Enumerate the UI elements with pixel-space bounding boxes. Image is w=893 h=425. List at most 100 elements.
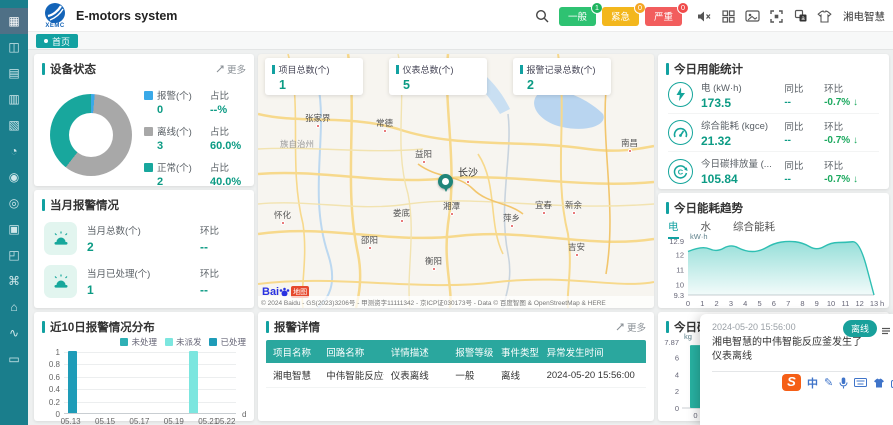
alarm-details-more-link[interactable]: 更多 [616, 320, 646, 334]
city-dot [422, 160, 426, 164]
notification-message: 湘电智慧的中伟智能反应釜发生了仪表离线 [712, 336, 870, 372]
alarm-home-icon: ⌂ [10, 300, 17, 314]
svg-text:10: 10 [827, 299, 835, 308]
today-energy-title: 今日用能统计 [674, 61, 743, 77]
month-row-label: 当月总数(个) [87, 223, 175, 237]
city-dot [400, 219, 404, 223]
city-dot [450, 212, 454, 216]
month-trend-label: 环比 [200, 223, 244, 237]
legend-color-swatch [144, 127, 153, 136]
ime-toolbar[interactable]: S 中 ✎ [782, 374, 893, 391]
sidebar-item-energy[interactable]: ◎ [0, 190, 28, 216]
username[interactable]: 湘电智慧 [843, 9, 885, 24]
dashboard-icon: ▦ [8, 14, 19, 28]
trend-down-icon: ↓ [853, 97, 858, 108]
alarm-level-badge-3[interactable]: 严重0 [645, 7, 682, 26]
month-alarm-header: 当月报警情况 [42, 198, 246, 212]
city-dot [466, 180, 470, 184]
x-tick-label: 05.15 [95, 417, 115, 425]
city-name: 湘潭 [443, 202, 460, 211]
energy-row-value: 105.84 [701, 172, 784, 186]
x-axis-unit: d [242, 410, 246, 419]
device-legend-row: 离线(个)占比360.0% [144, 124, 248, 152]
energy-trend-panel: 今日能耗趋势 电水综合能耗 kW·h 12.91211109.3 0123456… [658, 193, 889, 308]
sidebar-item-alarm-home[interactable]: ⌂ [0, 294, 28, 320]
city-dot [316, 124, 320, 128]
stat-card-2[interactable]: 仪表总数(个)5 [389, 58, 487, 95]
legend-label: 离线(个) [157, 124, 192, 138]
today-energy-panel: 今日用能统计 电 (kW·h)173.5同比--环比-0.7% ↓综合能耗 (k… [658, 54, 889, 189]
sidebar-item-enterprise[interactable]: ▤ [0, 60, 28, 86]
sidebar-item-calendar[interactable]: ▣ [0, 216, 28, 242]
ime-handwrite-icon[interactable]: ✎ [824, 376, 833, 389]
tab-home[interactable]: 首页 [36, 34, 78, 48]
mute-icon[interactable] [697, 9, 712, 24]
tab-strip: 首页 [28, 32, 893, 50]
sidebar-item-report[interactable]: ▧ [0, 112, 28, 138]
notification-menu-icon[interactable] [881, 323, 891, 341]
stat-card-1[interactable]: 项目总数(个)1 [265, 58, 363, 95]
stat-accent-bar [520, 65, 523, 74]
grid-line [64, 402, 236, 403]
sidebar-item-screen[interactable]: ◰ [0, 242, 28, 268]
sidebar-item-water[interactable]: ◔ [0, 138, 28, 164]
table-row[interactable]: 湘电智慧中伟智能反应釜仪表离线一般离线2024-05-20 15:56:00 [266, 363, 646, 388]
alarm-level-badges: 一般1 紧急0 严重0 [559, 7, 688, 26]
fullscreen-icon[interactable] [769, 9, 784, 24]
baidu-map[interactable]: 张家界常德益阳长沙南昌族自治州怀化娄底湘潭萍乡宜春新余邵阳衡阳吉安 项目总数(个… [258, 54, 654, 308]
stat-accent-bar [272, 65, 275, 74]
ime-chinese-mode-icon[interactable]: 中 [807, 375, 818, 391]
map-location-pin[interactable] [438, 174, 453, 189]
ime-skin-icon[interactable] [873, 378, 885, 388]
sidebar-item-toolbox[interactable]: ▭ [0, 346, 28, 372]
svg-text:12.9: 12.9 [669, 237, 684, 246]
sidebar-item-bar-chart[interactable]: ▥ [0, 86, 28, 112]
language-icon[interactable]: a [793, 9, 808, 24]
grid-line [64, 364, 236, 365]
notification-popup[interactable]: 2024-05-20 15:56:00 离线 湘电智慧的中伟智能反应釜发生了仪表… [700, 314, 893, 425]
theme-skin-icon[interactable] [817, 9, 832, 24]
search-icon[interactable] [535, 9, 550, 24]
svg-text:10: 10 [676, 281, 684, 290]
column-header: 报警等级 [448, 345, 494, 359]
legend-ratio-label: 占比 [210, 160, 248, 174]
screenshot-icon[interactable] [745, 9, 760, 24]
ime-mic-icon[interactable] [839, 377, 848, 389]
city-dot [383, 129, 387, 133]
carbon-icon: C [668, 159, 693, 184]
alarm-level-badge-2[interactable]: 紧急0 [602, 7, 639, 26]
ten-day-panel: 近10日报警情况分布 未处理未派发已处理 00.20.40.60.8105.13… [34, 312, 254, 421]
ten-day-legend-item: 未派发 [165, 336, 202, 348]
sidebar-item-location[interactable]: ◉ [0, 164, 28, 190]
sidebar-item-curve[interactable]: ∿ [0, 320, 28, 346]
apps-grid-icon[interactable] [721, 9, 736, 24]
city-name: 长沙 [458, 168, 478, 179]
legend-label: 报警(个) [157, 88, 192, 102]
svg-text:5: 5 [757, 299, 761, 308]
alarm-level-badge-1[interactable]: 一般1 [559, 7, 596, 26]
alarm-siren-icon [44, 222, 77, 255]
chart-bar [189, 351, 198, 413]
column-header: 详情描述 [384, 345, 449, 359]
sidebar-item-monitor[interactable]: ◫ [0, 34, 28, 60]
yoy-value: -- [784, 97, 824, 108]
legend-color-swatch [165, 338, 173, 346]
grid-line [64, 377, 236, 378]
energy-trend-area-chart: kW·h 12.91211109.3 012345678910111213 h [662, 233, 884, 324]
month-alarm-rows: 当月总数(个)2环比--当月已处理(个)1环比-- [34, 222, 254, 298]
column-header: 异常发生时间 [540, 345, 646, 359]
sogou-logo-icon[interactable]: S [782, 374, 801, 391]
y-tick-label: 0.8 [40, 360, 60, 369]
donut-hole [69, 113, 113, 157]
app-title: E-motors system [76, 9, 177, 23]
ime-keyboard-icon[interactable] [854, 378, 867, 387]
sidebar-item-dashboard[interactable]: ▦ [0, 8, 28, 34]
device-status-more-link[interactable]: 更多 [216, 62, 246, 76]
sidebar-item-topology[interactable]: ⌘ [0, 268, 28, 294]
stat-card-3[interactable]: 报警记录总数(个)2 [513, 58, 611, 95]
mom-value: -0.7% ↓ [824, 174, 879, 185]
legend-value: 0 [144, 104, 163, 116]
city-dot [368, 246, 372, 250]
y-tick-label: 0.4 [40, 385, 60, 394]
legend-value: 2 [144, 176, 163, 188]
